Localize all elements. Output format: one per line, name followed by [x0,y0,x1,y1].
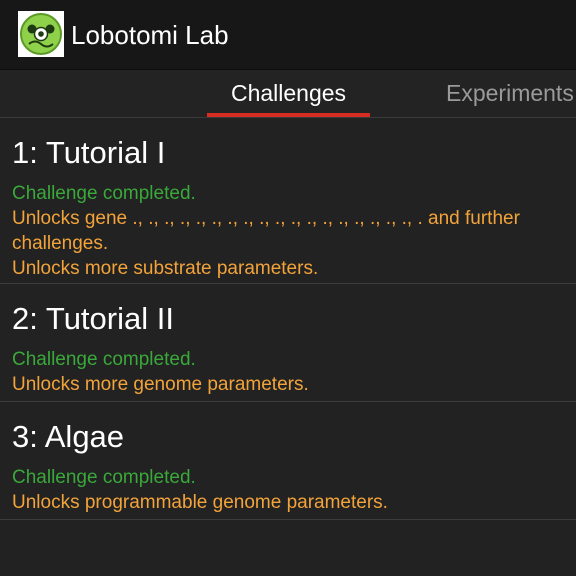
challenge-title: 3: Algae [12,419,125,454]
challenge-status: Challenge completed. [12,183,196,204]
action-bar: Lobotomi Lab [0,0,576,70]
tab-experiments[interactable]: Experiments [446,70,574,117]
challenge-status: Challenge completed. [12,467,196,488]
active-tab-indicator [207,113,370,117]
challenge-item-tutorial-2[interactable]: 2: Tutorial II Challenge completed. Unlo… [0,284,576,402]
challenge-title: 2: Tutorial II [12,301,174,336]
tab-challenges[interactable]: Challenges [207,70,370,117]
challenge-item-tutorial-1[interactable]: 1: Tutorial I Challenge completed. Unloc… [0,118,576,284]
challenge-unlock-text: Unlocks more substrate parameters. [12,258,319,279]
challenge-list: 1: Tutorial I Challenge completed. Unloc… [0,118,576,520]
tab-strip: Challenges Experiments [0,70,576,118]
challenge-unlock-text: Unlocks more genome parameters. [12,374,309,395]
green-blob-logo-icon[interactable] [18,11,64,57]
app-screen: Lobotomi Lab Challenges Experiments 1: T… [0,0,576,576]
challenge-unlock-text: Unlocks programmable genome parameters. [12,492,388,513]
challenge-unlock-text: Unlocks gene ., ., ., ., ., ., ., ., ., … [12,208,520,254]
app-title: Lobotomi Lab [71,20,229,50]
challenge-title: 1: Tutorial I [12,135,166,170]
challenge-status: Challenge completed. [12,349,196,370]
challenge-item-algae[interactable]: 3: Algae Challenge completed. Unlocks pr… [0,402,576,520]
